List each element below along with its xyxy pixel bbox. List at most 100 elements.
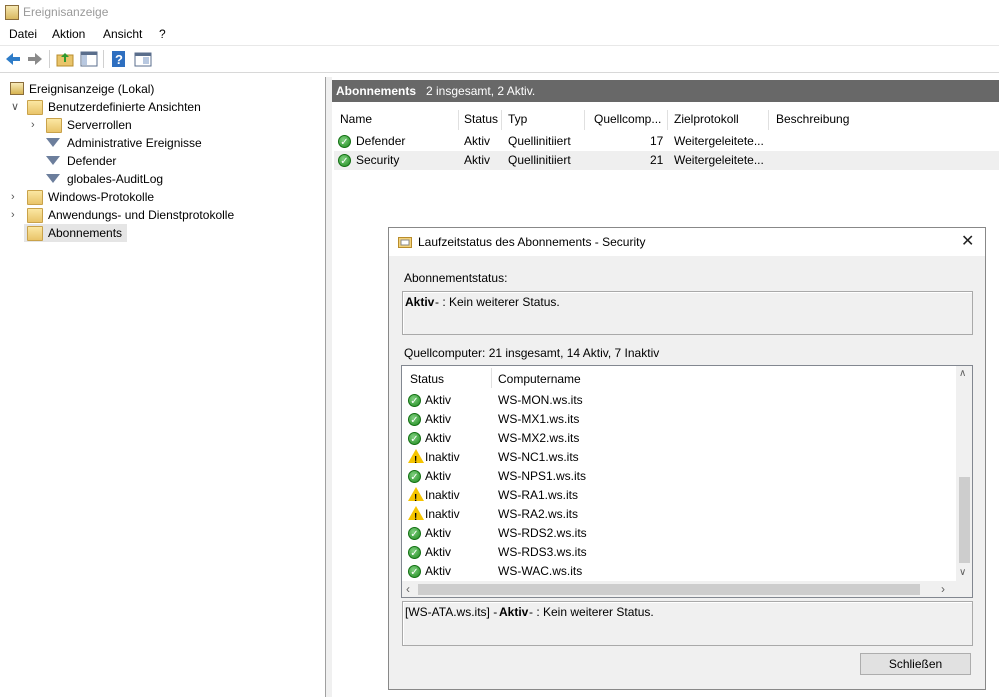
chevron-right-icon[interactable]: ›	[31, 116, 41, 134]
scroll-right-icon[interactable]: ›	[941, 582, 945, 596]
tree-item-defender[interactable]: Defender	[8, 152, 308, 170]
list-item[interactable]: ✓ Aktiv WS-MX1.ws.its	[402, 410, 954, 429]
svg-text:?: ?	[115, 52, 123, 67]
list-item-computername: WS-RA2.ws.its	[498, 507, 579, 521]
list-item-status: Inaktiv	[425, 507, 460, 521]
horizontal-scrollbar[interactable]: ‹ ›	[402, 581, 972, 597]
column-header-name[interactable]: Name	[340, 112, 372, 126]
list-column-status[interactable]: Status	[410, 372, 444, 386]
list-column-computername[interactable]: Computername	[498, 372, 581, 386]
status-bold-value: Aktiv	[405, 295, 435, 309]
row-name: Defender	[356, 134, 406, 148]
folder-icon	[46, 118, 62, 133]
menu-datei[interactable]: Datei	[9, 27, 37, 41]
filter-funnel-icon	[46, 156, 60, 165]
list-item-computername: WS-MX2.ws.its	[498, 431, 580, 445]
close-icon[interactable]: ✕	[961, 231, 974, 251]
list-item-computername: WS-MX1.ws.its	[498, 412, 580, 426]
list-item[interactable]: ! Inaktiv WS-NC1.ws.its	[402, 448, 954, 467]
tree-item-audit-log[interactable]: globales-AuditLog	[8, 170, 308, 188]
folder-icon	[27, 208, 43, 223]
table-row[interactable]: ✓ Defender Aktiv Quellinitiiert 17 Weite…	[334, 132, 999, 151]
properties-icon[interactable]	[133, 49, 153, 69]
scroll-up-icon[interactable]: ∧	[959, 368, 966, 379]
subscriptions-table: Name Status Typ Quellcomp... Zielprotoko…	[334, 108, 999, 172]
list-item[interactable]: ✓ Aktiv WS-MX2.ws.its	[402, 429, 954, 448]
tree-item-windows-logs[interactable]: › Windows-Protokolle	[8, 188, 308, 206]
list-item[interactable]: ! Inaktiv WS-RA2.ws.its	[402, 505, 954, 524]
tree-item-label: Windows-Protokolle	[48, 190, 155, 204]
menu-help[interactable]: ?	[159, 27, 166, 41]
event-viewer-icon	[10, 82, 24, 95]
list-item[interactable]: ! Inaktiv WS-RA1.ws.its	[402, 486, 954, 505]
folder-up-icon[interactable]	[55, 49, 75, 69]
column-header-status[interactable]: Status	[464, 112, 498, 126]
tree-item-subscriptions[interactable]: Abonnements	[24, 224, 127, 242]
source-computers-label: Quellcomputer: 21 insgesamt, 14 Aktiv, 7…	[404, 346, 660, 360]
vertical-scroll-thumb[interactable]	[959, 477, 970, 563]
list-item-computername: WS-NPS1.ws.its	[498, 469, 587, 483]
scroll-down-icon[interactable]: ∨	[959, 567, 966, 578]
list-item-status: Aktiv	[425, 545, 452, 559]
list-item-computername: WS-MON.ws.its	[498, 393, 583, 407]
row-count: 21	[650, 153, 664, 167]
header-title: Abonnements	[336, 84, 417, 98]
list-item-status: Aktiv	[425, 526, 452, 540]
tree-item-label: Ereignisanzeige (Lokal)	[29, 82, 155, 96]
row-status: Aktiv	[464, 153, 491, 167]
back-arrow-icon[interactable]	[3, 49, 23, 69]
subscription-status-box: Aktiv - : Kein weiterer Status.	[402, 291, 973, 335]
close-button[interactable]: Schließen	[860, 653, 971, 675]
tree-item-admin-events[interactable]: Administrative Ereignisse	[8, 134, 308, 152]
column-header-description[interactable]: Beschreibung	[776, 112, 849, 126]
list-item-computername: WS-NC1.ws.its	[498, 450, 579, 464]
tree-item-label: globales-AuditLog	[67, 172, 164, 186]
chevron-right-icon[interactable]: ›	[11, 188, 21, 206]
list-item-status: Aktiv	[425, 564, 452, 578]
header-summary: 2 insgesamt, 2 Aktiv.	[426, 84, 536, 98]
folder-icon	[27, 100, 43, 115]
scroll-left-icon[interactable]: ‹	[406, 582, 410, 596]
help-icon[interactable]: ?	[109, 49, 129, 69]
folder-icon	[27, 190, 43, 205]
tree-item-app-service-logs[interactable]: › Anwendungs- und Dienstprotokolle	[8, 206, 308, 224]
tree-item-label: Defender	[67, 154, 117, 168]
title-bar: Ereignisanzeige	[0, 0, 999, 24]
tree-item-root[interactable]: Ereignisanzeige (Lokal)	[8, 80, 308, 98]
pane-splitter[interactable]	[326, 77, 332, 697]
list-item-computername: WS-RDS2.ws.its	[498, 526, 587, 540]
column-header-type[interactable]: Typ	[508, 112, 527, 126]
show-hide-tree-icon[interactable]	[79, 49, 99, 69]
list-item-computername: WS-WAC.ws.its	[498, 564, 583, 578]
list-item[interactable]: ✓ Aktiv WS-WAC.ws.its	[402, 562, 954, 581]
toolbar: ?	[0, 45, 999, 73]
source-detail-box: [WS-ATA.ws.its] - Aktiv - : Kein weitere…	[402, 601, 973, 646]
subscription-status-label: Abonnementstatus:	[404, 271, 508, 285]
subscriptions-folder-icon	[27, 226, 43, 241]
menu-bar: Datei Aktion Ansicht ?	[0, 24, 999, 44]
column-header-source-count[interactable]: Quellcomp...	[594, 112, 661, 126]
detail-bold-value: Aktiv	[499, 605, 529, 619]
list-item[interactable]: ✓ Aktiv WS-RDS2.ws.its	[402, 524, 954, 543]
row-status: Aktiv	[464, 134, 491, 148]
horizontal-scroll-thumb[interactable]	[418, 584, 920, 595]
vertical-scrollbar[interactable]: ∧ ∨	[956, 366, 972, 581]
list-item[interactable]: ✓ Aktiv WS-MON.ws.its	[402, 391, 954, 410]
chevron-right-icon[interactable]: ›	[11, 206, 21, 224]
menu-aktion[interactable]: Aktion	[52, 27, 85, 41]
source-computers-list[interactable]: Status Computername ✓ Aktiv WS-MON.ws.its ✓…	[401, 365, 973, 598]
tree-item-server-roles[interactable]: › Serverrollen	[8, 116, 308, 134]
list-item-status: Inaktiv	[425, 450, 460, 464]
list-item[interactable]: ✓ Aktiv WS-NPS1.ws.its	[402, 467, 954, 486]
tree-item-custom-views[interactable]: ∨ Benutzerdefinierte Ansichten	[8, 98, 308, 116]
list-item-status: Inaktiv	[425, 488, 460, 502]
forward-arrow-icon[interactable]	[25, 49, 45, 69]
status-text: - : Kein weiterer Status.	[435, 295, 560, 309]
menu-ansicht[interactable]: Ansicht	[103, 27, 142, 41]
table-row[interactable]: ✓ Security Aktiv Quellinitiiert 21 Weite…	[334, 151, 999, 170]
chevron-down-icon[interactable]: ∨	[11, 98, 21, 116]
list-item-computername: WS-RDS3.ws.its	[498, 545, 587, 559]
list-item[interactable]: ✓ Aktiv WS-RDS3.ws.its	[402, 543, 954, 562]
column-header-target-log[interactable]: Zielprotokoll	[674, 112, 739, 126]
window-title: Ereignisanzeige	[23, 5, 109, 19]
